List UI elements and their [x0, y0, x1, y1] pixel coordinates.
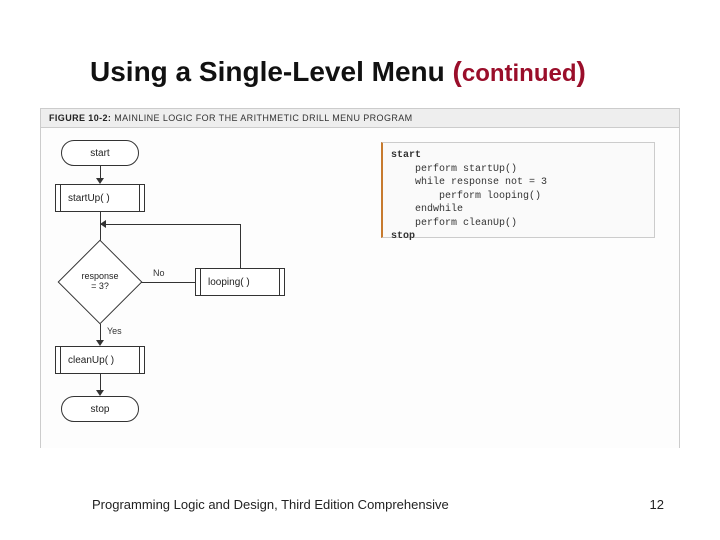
process-stripe: [56, 347, 61, 373]
flow-start-label: start: [90, 148, 109, 159]
slide-title: Using a Single-Level Menu (continued): [90, 56, 586, 88]
figure-label: FIGURE 10-2:: [49, 113, 111, 123]
flow-cleanup-label: cleanUp( ): [64, 347, 136, 373]
process-stripe: [56, 185, 61, 211]
flow-looping: looping( ): [195, 268, 285, 296]
process-stripe: [139, 185, 144, 211]
flow-looping-label: looping( ): [204, 269, 276, 295]
code-line: perform startUp(): [391, 164, 517, 175]
pseudocode-box: start perform startUp() while response n…: [381, 142, 655, 238]
title-continued: continued: [462, 60, 577, 87]
flow-start: start: [61, 140, 139, 166]
paren-close: ): [577, 56, 586, 87]
flow-yes-label: Yes: [107, 326, 122, 336]
footer-text: Programming Logic and Design, Third Edit…: [92, 497, 449, 512]
paren-open: (: [453, 56, 462, 87]
flow-cleanup: cleanUp( ): [55, 346, 145, 374]
flow-startup: startUp( ): [55, 184, 145, 212]
flow-line: [240, 224, 241, 268]
flow-stop: stop: [61, 396, 139, 422]
flow-stop-label: stop: [91, 404, 110, 415]
process-stripe: [279, 269, 284, 295]
code-line: perform looping(): [391, 191, 541, 202]
figure-body: start startUp( ) response = 3? No loopin…: [41, 128, 679, 448]
flow-line: [100, 224, 240, 225]
code-line: stop: [391, 231, 415, 242]
figure-panel: FIGURE 10-2: MAINLINE LOGIC FOR THE ARIT…: [40, 108, 680, 448]
process-stripe: [196, 269, 201, 295]
code-line: perform cleanUp(): [391, 218, 517, 229]
flow-no-label: No: [153, 268, 165, 278]
figure-caption: MAINLINE LOGIC FOR THE ARITHMETIC DRILL …: [114, 113, 412, 123]
arrow-icon: [100, 220, 106, 228]
title-main: Using a Single-Level Menu: [90, 56, 453, 87]
code-line: endwhile: [391, 204, 463, 215]
flow-line: [141, 282, 195, 283]
flow-startup-label: startUp( ): [64, 185, 136, 211]
flow-decision-label: response = 3?: [80, 272, 120, 292]
code-line: start: [391, 150, 421, 161]
page-number: 12: [650, 497, 664, 512]
process-stripe: [139, 347, 144, 373]
code-line: while response not = 3: [391, 177, 547, 188]
figure-header: FIGURE 10-2: MAINLINE LOGIC FOR THE ARIT…: [41, 109, 679, 128]
